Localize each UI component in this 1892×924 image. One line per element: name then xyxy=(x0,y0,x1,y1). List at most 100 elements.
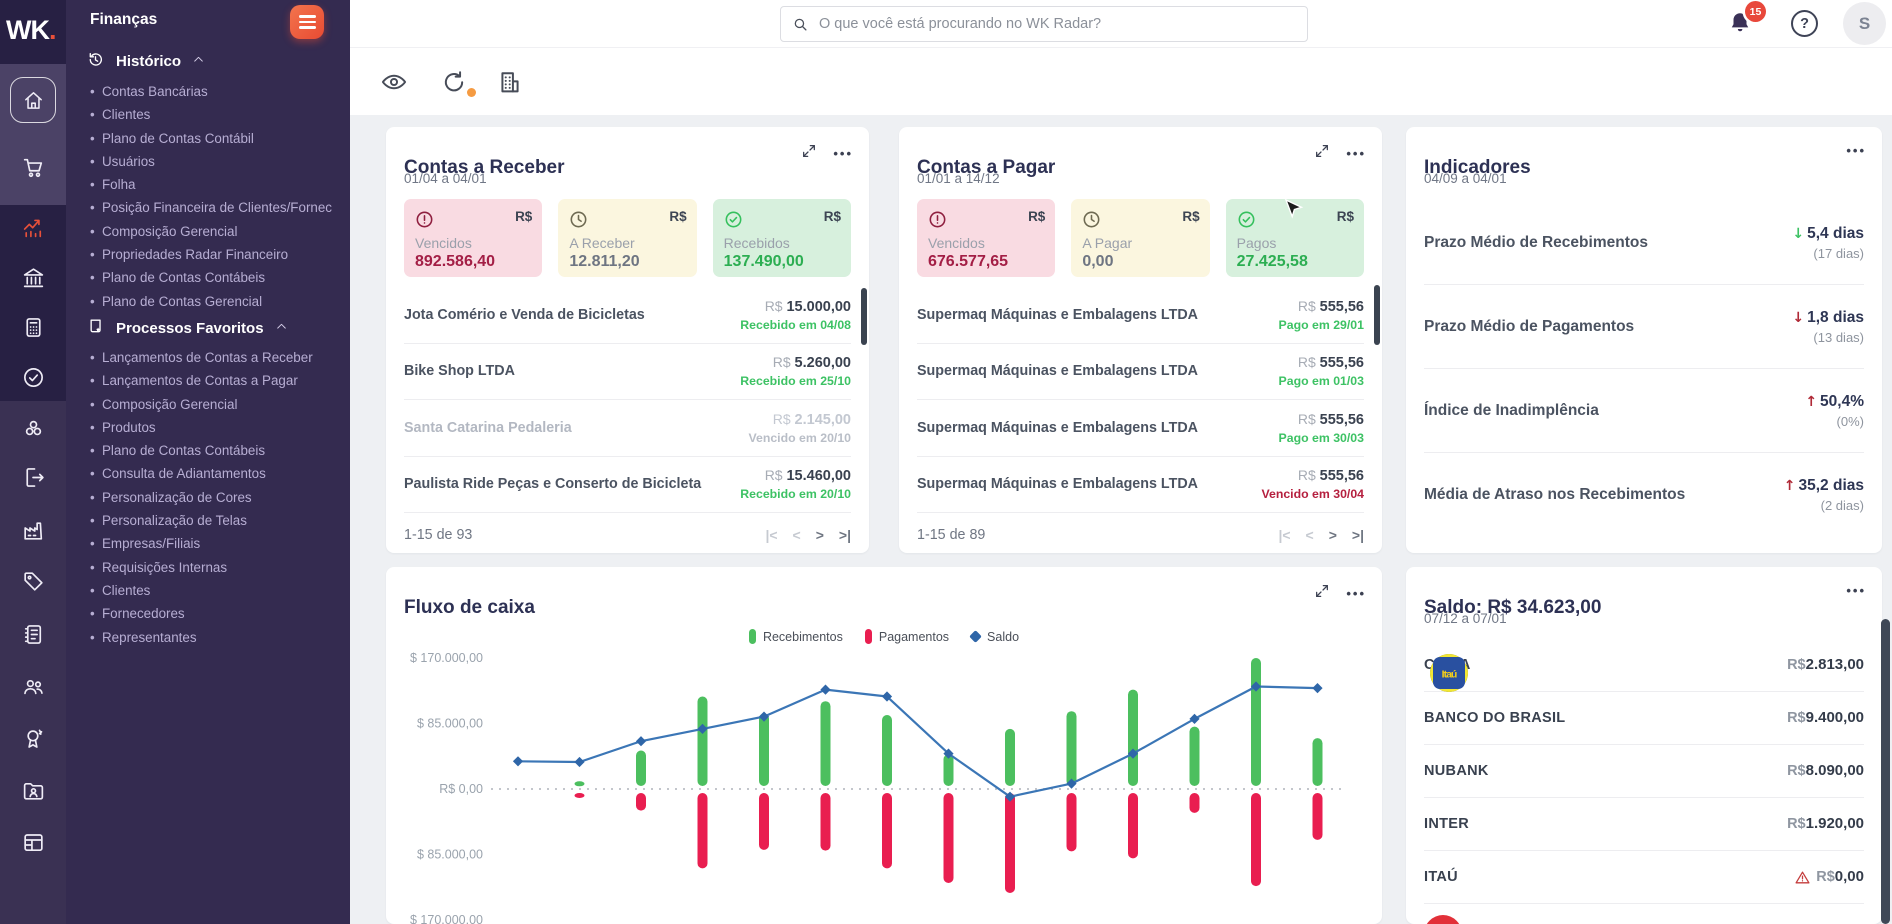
sidebar-item[interactable]: Plano de Contas Contábil xyxy=(66,127,350,150)
rail-icon-users[interactable] xyxy=(0,663,66,709)
account-name: INTER xyxy=(1424,816,1787,832)
more-options-icon[interactable]: ••• xyxy=(1846,583,1866,599)
sidebar-item[interactable]: Lançamentos de Contas a Receber xyxy=(66,346,350,369)
prev-page-icon[interactable]: < xyxy=(793,527,801,543)
sidebar-item[interactable]: Folha xyxy=(66,173,350,196)
chevron-up-icon[interactable] xyxy=(192,53,205,70)
section-processos-favoritos[interactable]: Processos Favoritos xyxy=(86,317,288,340)
receivable-row[interactable]: Paulista Ride Peças e Conserto de Bicicl… xyxy=(404,457,851,514)
legend-item-pagamentos: Pagamentos xyxy=(865,629,949,644)
payable-row[interactable]: Supermaq Máquinas e Embalagens LTDAR$ 55… xyxy=(917,457,1364,514)
sidebar-item[interactable]: Personalização de Telas xyxy=(66,509,350,532)
account-row-bb[interactable]: BANCO DO BRASILR$9.400,00 xyxy=(1424,692,1864,745)
notification-count-badge[interactable]: 15 xyxy=(1745,1,1766,22)
sidebar-item[interactable]: Produtos xyxy=(66,416,350,439)
rail-icon-chart[interactable] xyxy=(0,204,66,250)
account-row-itau[interactable]: ItaúITAÚR$0,00 xyxy=(1424,851,1864,904)
rail-icon-grid[interactable] xyxy=(0,819,66,865)
last-page-icon[interactable]: >| xyxy=(839,527,851,543)
entity-name: Jota Comério e Venda de Bicicletas xyxy=(404,307,653,323)
alert-circle-icon xyxy=(927,209,948,230)
rail-icon-award[interactable] xyxy=(0,715,66,761)
expand-icon[interactable] xyxy=(801,143,817,164)
eye-icon[interactable] xyxy=(380,68,408,96)
summary-badge-a-pagar: R$A Pagar0,00 xyxy=(1071,199,1209,277)
indicator-label: Índice de Inadimplência xyxy=(1424,402,1599,420)
sidebar-item[interactable]: Propriedades Radar Financeiro xyxy=(66,243,350,266)
sidebar-item[interactable]: Clientes xyxy=(66,103,350,126)
rail-icon-cluster[interactable] xyxy=(0,405,66,451)
more-options-icon[interactable]: ••• xyxy=(1346,146,1366,162)
last-page-icon[interactable]: >| xyxy=(1352,527,1364,543)
trend-up-arrow-icon: ↑ xyxy=(1784,478,1796,494)
rail-icon-factory[interactable] xyxy=(0,507,66,553)
account-balance: R$1.920,00 xyxy=(1787,815,1864,833)
svg-text:R$ 0,00: R$ 0,00 xyxy=(439,782,483,796)
indicator-value: 5,4 dias xyxy=(1807,225,1864,242)
sidebar-item[interactable]: Composição Gerencial xyxy=(66,220,350,243)
sidebar-item[interactable]: Empresas/Filiais xyxy=(66,532,350,555)
user-avatar[interactable]: S xyxy=(1843,2,1886,45)
rail-icon-notebook[interactable] xyxy=(0,611,66,657)
sidebar-item[interactable]: Fornecedores xyxy=(66,602,350,625)
sidebar-item[interactable]: Clientes xyxy=(66,579,350,602)
indicator-label: Média de Atraso nos Recebimentos xyxy=(1424,486,1685,504)
help-icon[interactable]: ? xyxy=(1791,10,1818,37)
section-historico[interactable]: Histórico xyxy=(86,50,205,73)
receivable-row[interactable]: Jota Comério e Venda de BicicletasR$ 15.… xyxy=(404,287,851,344)
list-scrollbar-thumb[interactable] xyxy=(1374,285,1380,345)
sidebar-item[interactable]: Composição Gerencial xyxy=(66,393,350,416)
rail-icon-folder-user[interactable] xyxy=(0,767,66,813)
list-scrollbar-thumb[interactable] xyxy=(861,288,867,345)
sidebar-item[interactable]: Plano de Contas Contábeis xyxy=(66,439,350,462)
status-label: Pago em 29/01 xyxy=(1279,318,1364,332)
sidebar-item[interactable]: Usuários xyxy=(66,150,350,173)
badge-label: A Receber xyxy=(569,235,634,251)
page-scrollbar-thumb[interactable] xyxy=(1881,619,1890,924)
sidebar-item[interactable]: Consulta de Adiantamentos xyxy=(66,462,350,485)
rail-icon-bank[interactable] xyxy=(0,254,66,300)
sidebar-item[interactable]: Posição Financeira de Clientes/Fornec xyxy=(66,196,350,219)
active-home-frame xyxy=(10,77,56,123)
building-icon[interactable] xyxy=(496,68,524,96)
sidebar-item[interactable]: Plano de Contas Gerencial xyxy=(66,290,350,313)
prev-page-icon[interactable]: < xyxy=(1306,527,1314,543)
sidebar-item[interactable]: Personalização de Cores xyxy=(66,486,350,509)
legend-diamond-icon xyxy=(969,630,982,643)
chevron-up-icon[interactable] xyxy=(275,320,288,337)
receivable-row[interactable]: Bike Shop LTDAR$ 5.260,00Recebido em 25/… xyxy=(404,344,851,401)
sidebar-item[interactable]: Representantes xyxy=(66,626,350,649)
refresh-icon[interactable] xyxy=(440,68,468,96)
payable-row[interactable]: Supermaq Máquinas e Embalagens LTDAR$ 55… xyxy=(917,400,1364,457)
summary-badge-recebidos: R$Recebidos137.490,00 xyxy=(713,199,851,277)
payable-row[interactable]: Supermaq Máquinas e Embalagens LTDAR$ 55… xyxy=(917,287,1364,344)
rail-icon-export-doc[interactable] xyxy=(0,454,66,500)
sidebar-item[interactable]: Plano de Contas Contábeis xyxy=(66,266,350,289)
account-row-nubank[interactable]: nuNUBANKR$8.090,00 xyxy=(1424,745,1864,798)
rail-icon-tag[interactable] xyxy=(0,558,66,604)
first-page-icon[interactable]: |< xyxy=(765,527,777,543)
rail-icon-check-circle[interactable] xyxy=(0,354,66,400)
sidebar-item[interactable]: Lançamentos de Contas a Pagar xyxy=(66,369,350,392)
sidebar-item[interactable]: Requisições Internas xyxy=(66,556,350,579)
more-options-icon[interactable]: ••• xyxy=(1846,143,1866,159)
search-input[interactable] xyxy=(817,7,1299,41)
sidebar-item[interactable]: Contas Bancárias xyxy=(66,80,350,103)
payable-row[interactable]: Supermaq Máquinas e Embalagens LTDAR$ 55… xyxy=(917,344,1364,401)
account-row-inter[interactable]: interINTERR$1.920,00 xyxy=(1424,798,1864,851)
expand-icon[interactable] xyxy=(1314,143,1330,164)
first-page-icon[interactable]: |< xyxy=(1278,527,1290,543)
hamburger-menu-button[interactable] xyxy=(290,5,324,39)
next-page-icon[interactable]: > xyxy=(1329,527,1337,543)
more-options-icon[interactable]: ••• xyxy=(833,146,853,162)
rail-icon-cart[interactable] xyxy=(0,144,66,190)
svg-text:$ 85.000,00: $ 85.000,00 xyxy=(417,717,483,731)
account-row-caixa[interactable]: $CAIXAR$2.813,00 xyxy=(1424,639,1864,692)
currency-label: R$ xyxy=(765,298,787,314)
itau-logo-icon: Itaú xyxy=(1430,654,1468,692)
receivable-row[interactable]: Santa Catarina PedaleriaR$ 2.145,00Venci… xyxy=(404,400,851,457)
rail-icon-calculator[interactable] xyxy=(0,304,66,350)
pagination-info: 1-15 de 93 xyxy=(404,527,472,543)
next-page-icon[interactable]: > xyxy=(816,527,824,543)
rail-icon-home[interactable] xyxy=(0,77,66,123)
